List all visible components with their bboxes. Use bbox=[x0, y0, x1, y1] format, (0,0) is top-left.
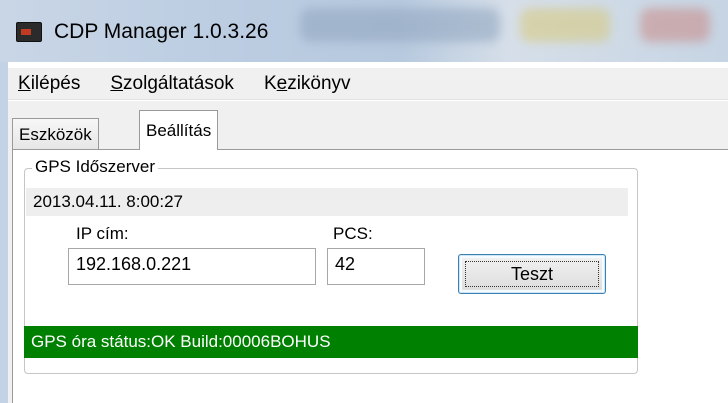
menu-item-szolgaltatasok[interactable]: Szolgáltatások bbox=[110, 73, 234, 95]
pcs-label: PCS: bbox=[333, 224, 373, 243]
background-blur bbox=[520, 8, 610, 42]
menu-bar: Kilépés Szolgáltatások Kezikönyv bbox=[8, 68, 728, 100]
background-blur bbox=[300, 8, 500, 42]
tab-beallitas[interactable]: Beállítás bbox=[139, 110, 219, 150]
tab-label: Beállítás bbox=[146, 120, 212, 140]
ip-input[interactable]: 192.168.0.221 bbox=[68, 248, 316, 285]
tab-label: Eszközök bbox=[19, 124, 92, 144]
pcs-input[interactable]: 42 bbox=[327, 248, 425, 285]
group-title: GPS Időszerver bbox=[32, 157, 158, 177]
status-text: GPS óra státus:OK Build:00006BOHUS bbox=[31, 332, 331, 351]
menu-accesskey: e bbox=[276, 72, 288, 94]
menu-item-label: ilépés bbox=[30, 72, 81, 94]
menu-accesskey: S bbox=[110, 72, 124, 94]
window-title: CDP Manager 1.0.3.26 bbox=[54, 20, 269, 43]
menu-item-label: K bbox=[263, 72, 277, 94]
app-icon bbox=[16, 22, 42, 42]
gps-status-bar: GPS óra státus:OK Build:00006BOHUS bbox=[24, 326, 638, 358]
ip-label: IP cím: bbox=[76, 224, 129, 243]
menu-item-kezikonyv[interactable]: Kezikönyv bbox=[264, 73, 351, 95]
teszt-button[interactable]: Teszt bbox=[458, 254, 606, 294]
tab-eszkozok[interactable]: Eszközök bbox=[12, 118, 99, 150]
menu-item-label: zikönyv bbox=[287, 72, 351, 94]
focus-rect bbox=[465, 261, 599, 287]
menu-item-label: zolgáltatások bbox=[123, 72, 234, 94]
datetime-value: 2013.04.11. 8:00:27 bbox=[33, 192, 183, 211]
window-frame bbox=[0, 62, 8, 403]
background-blur bbox=[640, 8, 710, 42]
tab-strip: Eszközök Beállítás bbox=[8, 108, 728, 150]
title-bar: CDP Manager 1.0.3.26 bbox=[0, 0, 728, 62]
menu-accesskey: K bbox=[18, 72, 31, 94]
menu-item-kilepes[interactable]: Kilépés bbox=[18, 73, 80, 95]
